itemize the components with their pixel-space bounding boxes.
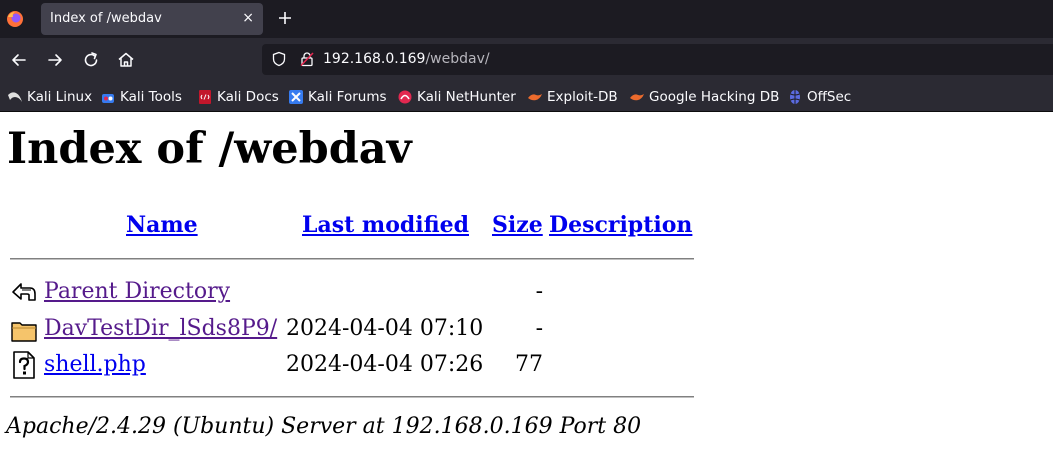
exploit-db-icon	[528, 94, 542, 101]
column-header-size: Size	[492, 212, 543, 238]
bookmark-offsec[interactable]: OffSec	[787, 88, 851, 106]
tab-bar: Index of /webdav ×	[0, 0, 1053, 38]
sort-by-size-link[interactable]: Size	[492, 212, 543, 238]
bookmark-label: Kali NetHunter	[417, 89, 516, 105]
davtestdir-link[interactable]: DavTestDir_lSds8P9/	[44, 316, 277, 341]
row-modified: 2024-04-04 07:10	[286, 316, 484, 341]
plus-icon[interactable]	[276, 9, 294, 27]
sort-by-description-link[interactable]: Description	[549, 212, 692, 238]
home-icon[interactable]	[116, 50, 136, 70]
bookmark-kali-nethunter[interactable]: Kali NetHunter	[397, 88, 516, 106]
url-path: /webdav/	[425, 51, 490, 67]
divider	[10, 396, 694, 398]
sort-by-name-link[interactable]: Name	[126, 212, 198, 238]
kali-docs-icon	[199, 90, 211, 104]
reload-icon[interactable]	[81, 50, 101, 70]
bookmark-label: Exploit-DB	[547, 89, 618, 105]
back-arrow-icon[interactable]	[9, 50, 29, 70]
column-header-last-modified: Last modified	[302, 212, 469, 238]
url-host: 192.168.0.169	[323, 51, 426, 67]
server-signature: Apache/2.4.29 (Ubuntu) Server at 192.168…	[6, 414, 642, 439]
bookmark-kali-linux[interactable]: Kali Linux	[7, 88, 92, 106]
back-icon	[12, 283, 36, 301]
folder-icon	[11, 322, 37, 342]
url-bar[interactable]: 192.168.0.169/webdav/	[262, 44, 1053, 75]
navigation-bar: 192.168.0.169/webdav/	[0, 38, 1053, 82]
insecure-lock-icon[interactable]	[299, 51, 315, 67]
page-title: Index of /webdav	[7, 124, 412, 174]
bookmarks-bar: Kali Linux Kali Tools Kali Docs Kali For…	[0, 82, 1053, 112]
bookmark-label: Google Hacking DB	[649, 89, 780, 105]
column-header-name: Name	[126, 212, 198, 238]
divider	[10, 258, 694, 260]
kali-forums-icon	[289, 90, 303, 104]
firefox-icon[interactable]	[6, 10, 24, 28]
bookmark-exploit-db[interactable]: Exploit-DB	[527, 88, 618, 106]
row-size: 77	[515, 352, 543, 377]
kali-dragon-icon	[8, 92, 22, 102]
bookmark-google-hacking-db[interactable]: Google Hacking DB	[629, 88, 779, 106]
bookmark-kali-tools[interactable]: Kali Tools	[100, 88, 182, 106]
ghdb-icon	[630, 94, 644, 101]
unknown-file-icon	[13, 351, 35, 379]
tab-active[interactable]: Index of /webdav ×	[41, 3, 263, 35]
bookmark-kali-forums[interactable]: Kali Forums	[288, 88, 387, 106]
sort-by-modified-link[interactable]: Last modified	[302, 212, 469, 238]
row-size: -	[535, 316, 543, 341]
bookmark-label: Kali Tools	[120, 89, 182, 105]
bookmark-label: Kali Forums	[308, 89, 387, 105]
row-size: -	[535, 279, 543, 304]
tracking-shield-icon[interactable]	[271, 51, 287, 67]
tab-close-icon[interactable]: ×	[242, 10, 254, 26]
tab-title: Index of /webdav	[50, 11, 162, 26]
bookmark-label: Kali Linux	[27, 89, 93, 105]
nethunter-icon	[398, 90, 412, 104]
bookmark-kali-docs[interactable]: Kali Docs	[197, 88, 279, 106]
forward-arrow-icon[interactable]	[45, 50, 65, 70]
parent-directory-link[interactable]: Parent Directory	[44, 279, 230, 304]
row-modified: 2024-04-04 07:26	[286, 352, 484, 377]
bookmark-label: OffSec	[807, 89, 852, 105]
shell-php-link[interactable]: shell.php	[44, 352, 146, 377]
offsec-icon	[790, 90, 800, 104]
page-content: Index of /webdav Name Last modified Size…	[0, 112, 1053, 464]
kali-tools-icon	[102, 94, 114, 103]
column-header-description: Description	[549, 212, 692, 238]
bookmark-label: Kali Docs	[217, 89, 279, 105]
url-text[interactable]: 192.168.0.169/webdav/	[323, 51, 490, 67]
